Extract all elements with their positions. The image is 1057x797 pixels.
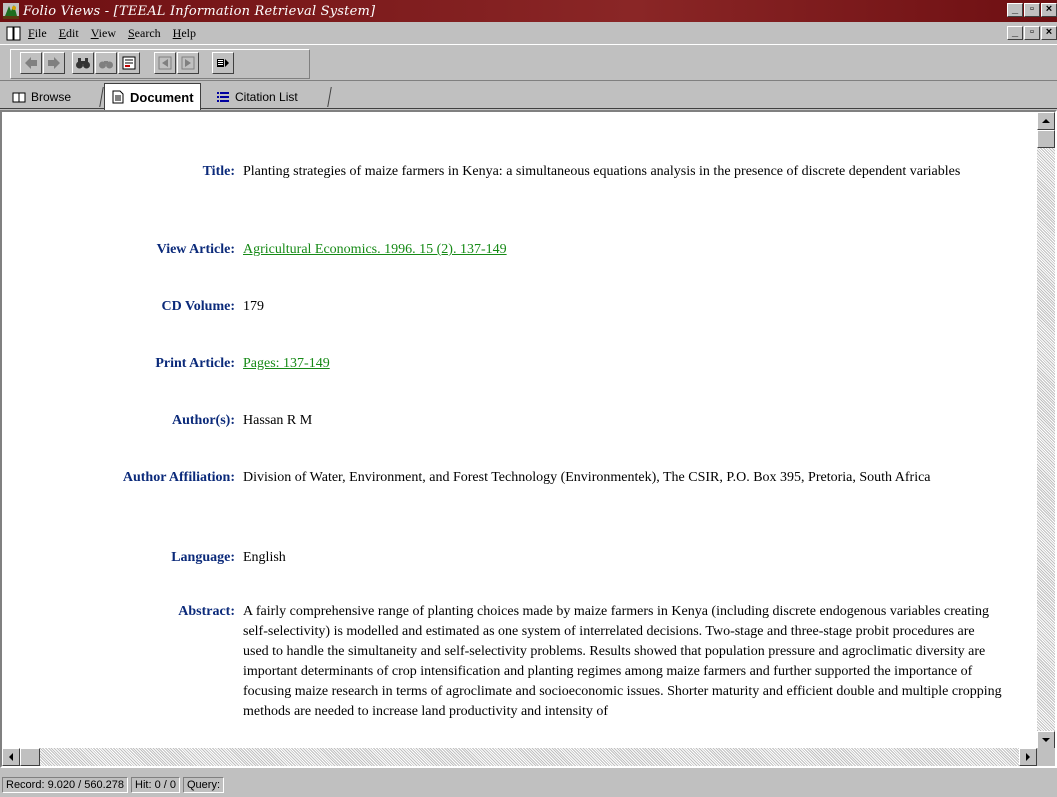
menu-search[interactable]: Search (128, 26, 161, 41)
exit-door-icon (217, 59, 229, 67)
tab-browse-label: Browse (31, 90, 72, 104)
affiliation-label: Author Affiliation: (122, 470, 235, 485)
scroll-up-button[interactable] (1037, 112, 1055, 130)
previous-hit-icon (158, 56, 172, 70)
tab-citation-list[interactable]: Citation List (216, 85, 298, 109)
horizontal-scroll-thumb[interactable] (20, 748, 40, 766)
tab-document[interactable]: Document (104, 83, 201, 110)
document-window-controls: _ ▫ × (1007, 26, 1057, 40)
binoculars-list-icon (99, 61, 113, 69)
view-article-label: View Article: (156, 242, 235, 257)
doc-restore-button[interactable]: ▫ (1024, 26, 1040, 40)
view-article-link[interactable]: Agricultural Economics. 1996. 15 (2). 13… (243, 240, 1003, 260)
tab-citation-list-label: Citation List (235, 90, 298, 104)
document-icon (112, 90, 124, 104)
authors-label: Author(s): (172, 413, 235, 428)
query-button[interactable] (72, 52, 94, 74)
forward-arrow-icon (48, 57, 60, 69)
print-article-label: Print Article: (155, 356, 235, 371)
hit-status: Hit: 0 / 0 (131, 776, 180, 793)
up-arrow-icon (1042, 119, 1050, 123)
document-window-icon[interactable] (6, 26, 22, 41)
back-arrow-icon (25, 57, 37, 69)
exit-button[interactable] (212, 52, 234, 74)
back-button[interactable] (20, 52, 42, 74)
tab-document-label: Document (130, 89, 194, 105)
left-arrow-icon (9, 753, 13, 761)
next-hit-icon (181, 56, 195, 70)
title-label: Title: (202, 164, 235, 179)
tab-browse[interactable]: Browse (12, 85, 71, 109)
tab-divider (94, 87, 104, 107)
print-article-link[interactable]: Pages: 137-149 (243, 354, 1003, 374)
scroll-down-button[interactable] (1037, 731, 1055, 749)
language-value: English (243, 550, 286, 565)
open-book-icon (12, 92, 26, 103)
next-hit-button[interactable] (177, 52, 199, 74)
abstract-label: Abstract: (178, 604, 235, 619)
cd-volume-label: CD Volume: (161, 299, 235, 314)
menu-help[interactable]: Help (173, 26, 196, 41)
doc-close-button[interactable]: × (1041, 26, 1057, 40)
authors-value: Hassan R M (243, 413, 313, 428)
forward-button[interactable] (43, 52, 65, 74)
window-title: Folio Views - [TEEAL Information Retriev… (23, 3, 376, 19)
cd-volume-value: 179 (243, 299, 264, 314)
record-content: Title: Planting strategies of maize farm… (2, 112, 1037, 749)
vertical-scroll-thumb[interactable] (1037, 130, 1055, 148)
record-status: Record: 9.020 / 560.278 (2, 776, 129, 793)
doc-minimize-button[interactable]: _ (1007, 26, 1023, 40)
search-results-button[interactable] (95, 52, 117, 74)
language-label: Language: (171, 550, 235, 565)
title-value: Planting strategies of maize farmers in … (243, 164, 961, 179)
affiliation-value: Division of Water, Environment, and Fore… (243, 470, 931, 485)
vertical-scrollbar[interactable] (1037, 112, 1055, 749)
close-button[interactable]: × (1041, 3, 1057, 17)
restore-button[interactable]: ▫ (1024, 3, 1040, 17)
tab-divider (322, 87, 332, 107)
hit-list-button[interactable] (118, 52, 140, 74)
menu-view[interactable]: View (91, 26, 116, 41)
app-window-controls: _ ▫ × (1007, 3, 1057, 17)
down-arrow-icon (1042, 738, 1050, 742)
folio-views-app-icon[interactable] (3, 3, 19, 19)
horizontal-scrollbar[interactable] (2, 748, 1037, 766)
menu-edit[interactable]: Edit (59, 26, 79, 41)
title-bar: Folio Views - [TEEAL Information Retriev… (0, 0, 1057, 22)
citation-list-icon (217, 92, 229, 102)
menu-file[interactable]: File (28, 26, 47, 41)
binoculars-icon (76, 58, 90, 69)
previous-hit-button[interactable] (154, 52, 176, 74)
query-status: Query: (183, 776, 225, 793)
right-arrow-icon (1026, 753, 1030, 761)
document-pane: Title: Planting strategies of maize farm… (0, 110, 1057, 768)
view-tabs: Browse Document Citation List (0, 81, 1057, 110)
menu-bar: File Edit View Search Help _ ▫ × (0, 22, 1057, 44)
hit-list-icon (122, 56, 136, 70)
abstract-value: A fairly comprehensive range of planting… (243, 604, 1002, 719)
scrollbar-corner (1037, 748, 1055, 766)
minimize-button[interactable]: _ (1007, 3, 1023, 17)
scroll-right-button[interactable] (1019, 748, 1037, 766)
status-bar: Record: 9.020 / 560.278 Hit: 0 / 0 Query… (0, 772, 1057, 797)
scroll-left-button[interactable] (2, 748, 20, 766)
toolbar (0, 44, 1057, 81)
